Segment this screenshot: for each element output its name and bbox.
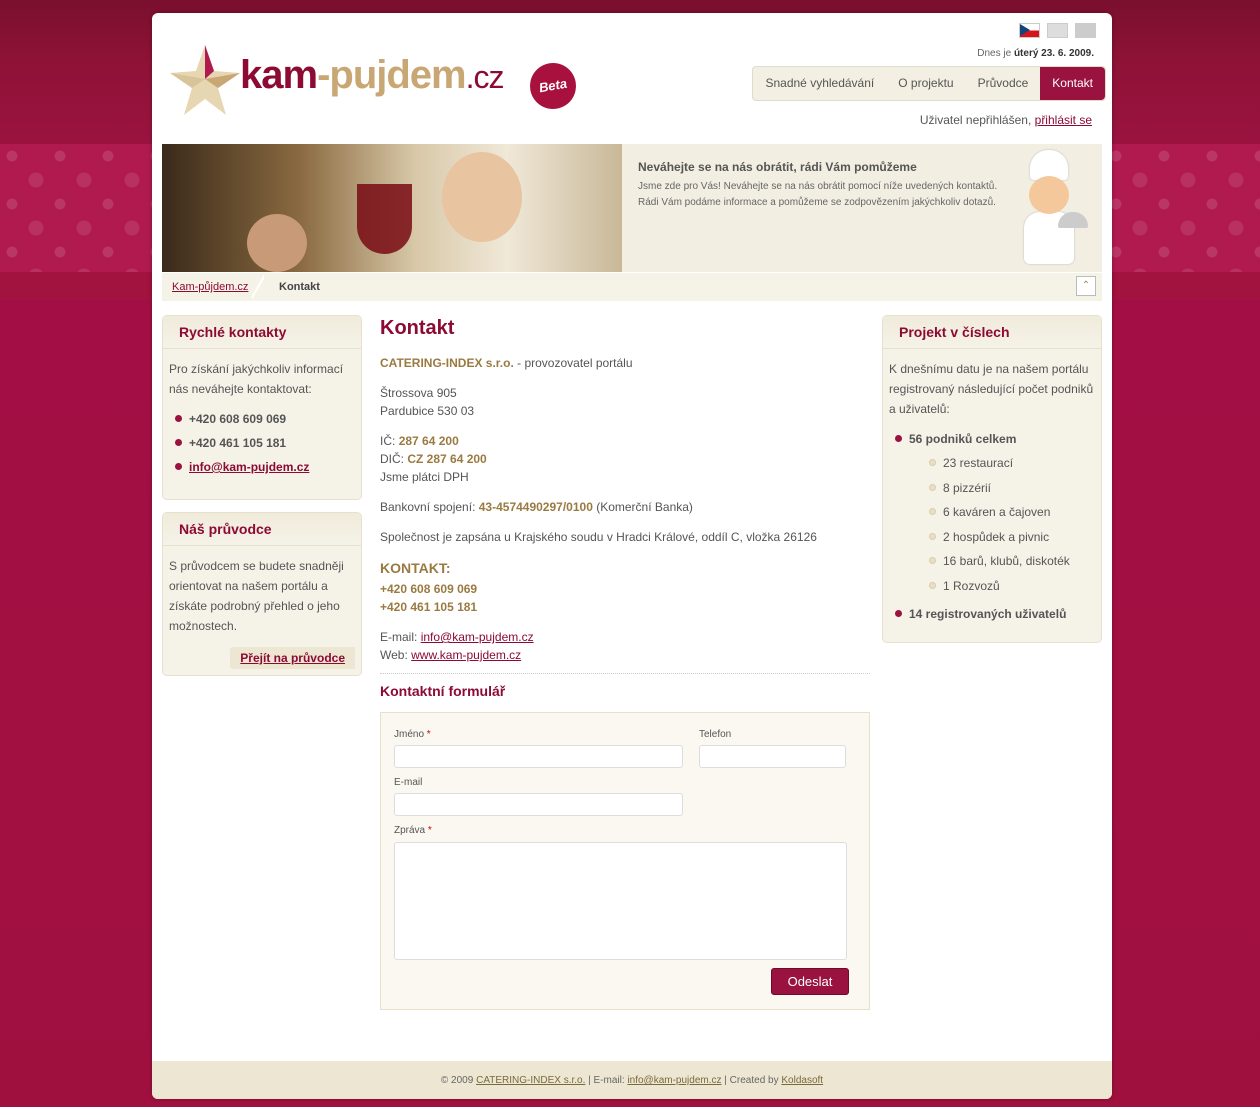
nav-item-about[interactable]: O projektu bbox=[886, 67, 965, 100]
banner-text: Neváhejte se na nás obrátit, rádi Vám po… bbox=[638, 160, 998, 211]
contact-web-link[interactable]: www.kam-pujdem.cz bbox=[411, 648, 521, 662]
email-label: E-mail bbox=[394, 777, 423, 788]
phone-input[interactable] bbox=[699, 745, 846, 768]
quick-contacts-title: Rychlé kontakty bbox=[163, 316, 361, 349]
quick-phone-2: +420 461 105 181 bbox=[173, 431, 361, 455]
vat-line: Jsme plátci DPH bbox=[380, 470, 469, 484]
quick-contacts-list: +420 608 609 069 +420 461 105 181 info@k… bbox=[173, 407, 361, 479]
contact-email-link[interactable]: info@kam-pujdem.cz bbox=[421, 630, 534, 644]
venue-count-item: 6 kaváren a čajoven bbox=[927, 500, 1101, 525]
address-street: Štrossova 905 bbox=[380, 386, 457, 400]
venue-count-item: 23 restaurací bbox=[927, 451, 1101, 476]
submit-button[interactable]: Odeslat bbox=[771, 968, 849, 995]
footer-company-link[interactable]: CATERING-INDEX s.r.o. bbox=[476, 1075, 585, 1086]
other-language-flag-icon[interactable] bbox=[1075, 23, 1096, 38]
divider bbox=[380, 673, 870, 674]
breadcrumb-current: Kontakt bbox=[279, 281, 320, 293]
quick-contacts-box: Rychlé kontakty Pro získání jakýchkoliv … bbox=[162, 315, 362, 500]
name-label: Jméno * bbox=[394, 729, 431, 740]
contact-phone-2: +420 461 105 181 bbox=[380, 600, 478, 614]
contact-form: Jméno * Telefon E-mail Zpráva * Odeslat bbox=[380, 712, 870, 1010]
guide-text: S průvodcem se budete snadněji orientova… bbox=[169, 559, 344, 633]
guide-box: Náš průvodce S průvodcem se budete snadn… bbox=[162, 512, 362, 676]
scroll-top-icon[interactable]: ⌃ bbox=[1076, 276, 1096, 296]
nav-item-search[interactable]: Snadné vyhledávání bbox=[753, 67, 886, 100]
register-line: Společnost je zapsána u Krajského soudu … bbox=[380, 530, 817, 544]
breadcrumb: Kam-půjdem.cz Kontakt ⌃ bbox=[162, 273, 1102, 301]
footer-email-link[interactable]: info@kam-pujdem.cz bbox=[627, 1075, 721, 1086]
venues-breakdown: 23 restaurací 8 pizzérií 6 kaváren a čaj… bbox=[909, 451, 1101, 598]
page-title: Kontakt bbox=[380, 317, 455, 339]
address-city: Pardubice 530 03 bbox=[380, 404, 475, 418]
contact-web: Web: www.kam-pujdem.cz bbox=[380, 648, 522, 662]
hero-banner: Neváhejte se na nás obrátit, rádi Vám po… bbox=[162, 144, 1102, 272]
banner-photo bbox=[162, 144, 622, 272]
ic-line: IČ: 287 64 200 bbox=[380, 434, 459, 448]
login-status: Uživatel nepřihlášen, přihlásit se bbox=[919, 113, 1092, 127]
venue-count-item: 1 Rozvozů bbox=[927, 574, 1101, 599]
form-title: Kontaktní formulář bbox=[380, 683, 506, 699]
guide-title: Náš průvodce bbox=[163, 513, 361, 546]
login-link[interactable]: přihlásit se bbox=[1035, 113, 1092, 127]
chef-illustration-icon bbox=[1014, 150, 1088, 266]
current-date: Dnes je úterý 23. 6. 2009. bbox=[977, 48, 1094, 59]
project-stats-box: Projekt v číslech K dnešnímu datu je na … bbox=[882, 315, 1102, 643]
quick-phone-1: +420 608 609 069 bbox=[173, 407, 361, 431]
photo-person-right bbox=[442, 152, 522, 242]
name-input[interactable] bbox=[394, 745, 683, 768]
message-label: Zpráva * bbox=[394, 825, 432, 836]
footer-author-link[interactable]: Koldasoft bbox=[781, 1075, 823, 1086]
phone-label: Telefon bbox=[699, 729, 732, 740]
banner-title: Neváhejte se na nás obrátit, rádi Vám po… bbox=[638, 160, 917, 174]
quick-contacts-text: Pro získání jakýchkoliv informací nás ne… bbox=[169, 362, 344, 396]
contact-email: E-mail: info@kam-pujdem.cz bbox=[380, 630, 534, 644]
contact-heading: KONTAKT: bbox=[380, 560, 451, 576]
page-container: kam-pujdem.cz Beta Dnes je úterý 23. 6. … bbox=[152, 13, 1112, 1099]
logo-star-icon bbox=[170, 45, 240, 115]
nav-item-contact[interactable]: Kontakt bbox=[1040, 67, 1105, 100]
banner-description: Jsme zde pro Vás! Neváhejte se na nás ob… bbox=[638, 181, 998, 208]
breadcrumb-home[interactable]: Kam-půjdem.cz bbox=[172, 281, 248, 293]
project-stats-title: Projekt v číslech bbox=[883, 316, 1101, 349]
main-navigation: Snadné vyhledávání O projektu Průvodce K… bbox=[752, 66, 1106, 101]
english-flag-icon[interactable] bbox=[1047, 23, 1068, 38]
quick-email-link[interactable]: info@kam-pujdem.cz bbox=[189, 460, 309, 474]
venues-total: 56 podniků celkem 23 restaurací 8 pizzér… bbox=[893, 427, 1101, 598]
logo-text: kam-pujdem.cz bbox=[240, 53, 505, 97]
beta-badge: Beta bbox=[526, 59, 580, 113]
footer: © 2009 CATERING-INDEX s.r.o. | E-mail: i… bbox=[152, 1061, 1112, 1099]
company-line: CATERING-INDEX s.r.o. - provozovatel por… bbox=[380, 356, 633, 370]
breadcrumb-separator bbox=[252, 273, 264, 301]
contact-phone-1: +420 608 609 069 bbox=[380, 582, 478, 596]
venue-count-item: 16 barů, klubů, diskoték bbox=[927, 549, 1101, 574]
project-stats-list: 56 podniků celkem 23 restaurací 8 pizzér… bbox=[893, 427, 1101, 626]
users-total: 14 registrovaných uživatelů bbox=[893, 602, 1101, 626]
guide-link[interactable]: Přejít na průvodce bbox=[230, 647, 355, 669]
site-logo[interactable]: kam-pujdem.cz Beta bbox=[170, 43, 580, 118]
project-stats-text: K dnešnímu datu je na našem portálu regi… bbox=[889, 362, 1094, 416]
photo-wine-glass bbox=[357, 184, 412, 254]
czech-flag-icon[interactable] bbox=[1019, 23, 1040, 38]
language-switcher bbox=[1019, 23, 1096, 38]
message-textarea[interactable] bbox=[394, 842, 847, 960]
quick-email-item: info@kam-pujdem.cz bbox=[173, 455, 361, 479]
email-input[interactable] bbox=[394, 793, 683, 816]
dic-line: DIČ: CZ 287 64 200 bbox=[380, 452, 487, 466]
venue-count-item: 8 pizzérií bbox=[927, 476, 1101, 501]
nav-item-guide[interactable]: Průvodce bbox=[966, 67, 1041, 100]
bank-line: Bankovní spojení: 43-4574490297/0100 (Ko… bbox=[380, 500, 693, 514]
main-content: Kontakt CATERING-INDEX s.r.o. - provozov… bbox=[380, 317, 870, 699]
venue-count-item: 2 hospůdek a pivnic bbox=[927, 525, 1101, 550]
photo-person-left bbox=[247, 214, 307, 272]
